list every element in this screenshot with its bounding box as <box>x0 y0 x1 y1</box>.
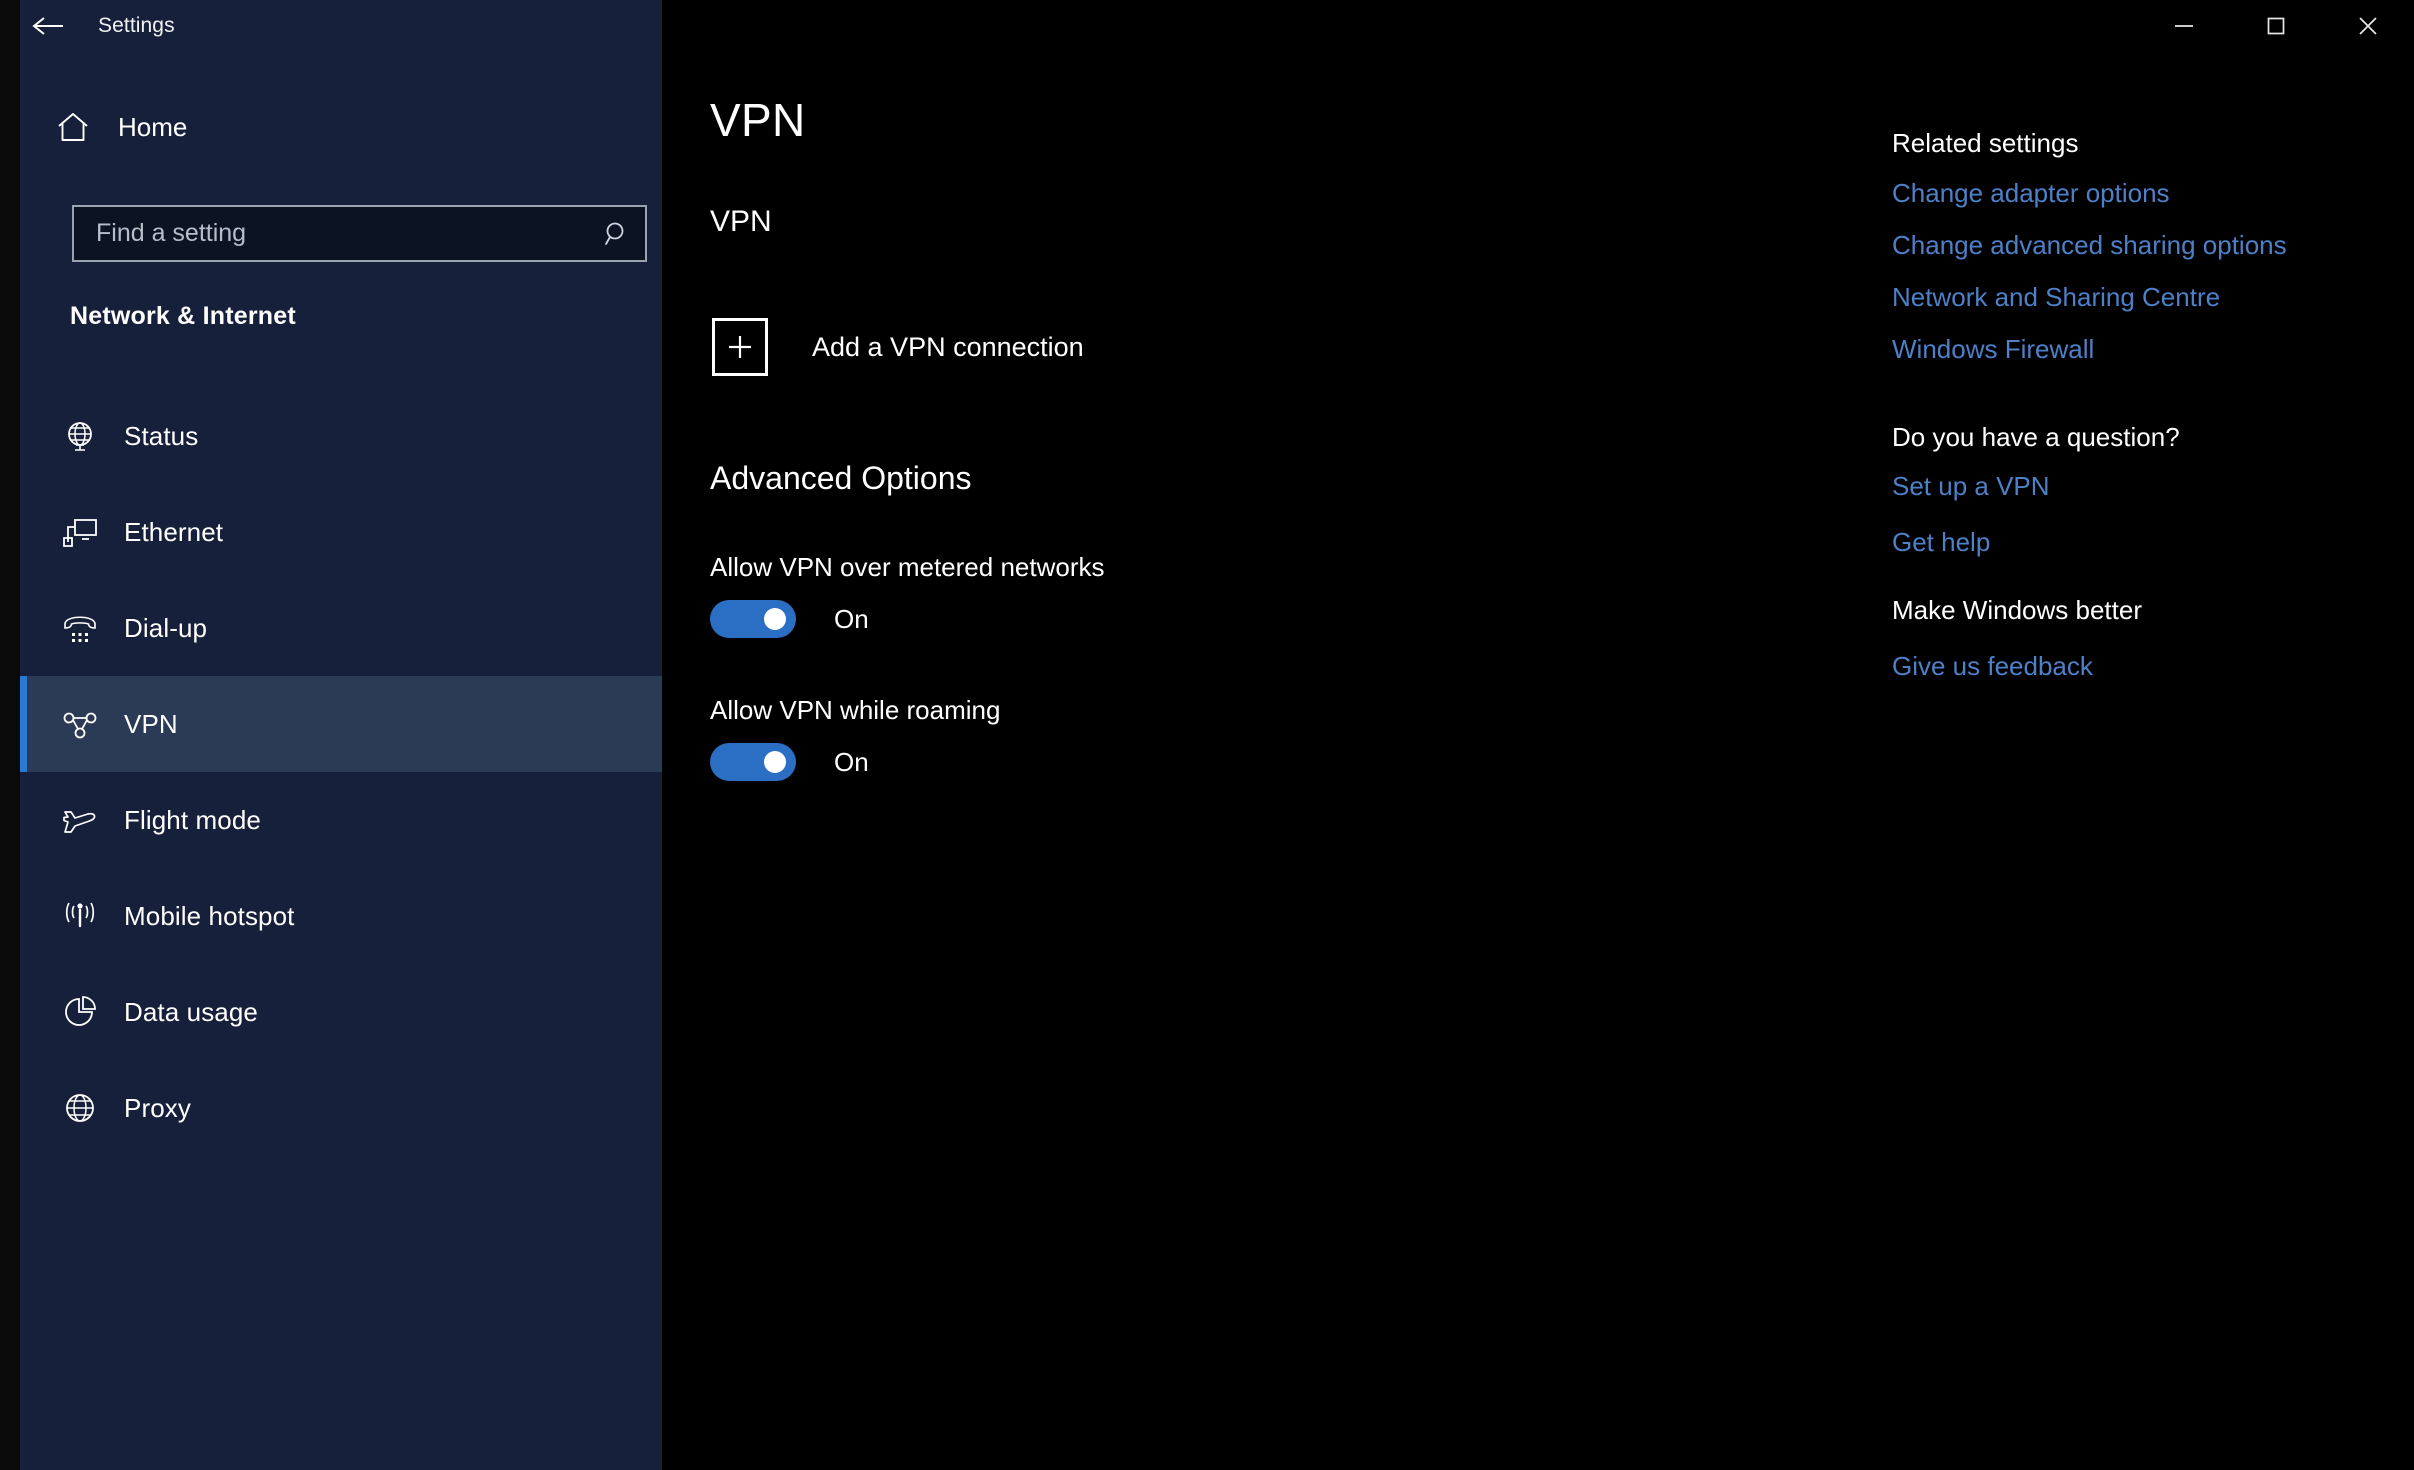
roaming-toggle-row: On <box>710 743 869 781</box>
link-set-up-a-vpn[interactable]: Set up a VPN <box>1892 471 2050 502</box>
sidebar-item-status[interactable]: Status <box>20 388 662 484</box>
maximize-button[interactable] <box>2230 0 2322 52</box>
add-vpn-connection-button[interactable]: Add a VPN connection <box>712 318 1084 376</box>
hotspot-icon <box>46 900 114 932</box>
search-icon[interactable] <box>589 220 645 248</box>
category-title: Network & Internet <box>70 302 296 330</box>
minimize-icon <box>2172 20 2196 32</box>
sidebar-item-dial-up[interactable]: Dial-up <box>20 580 662 676</box>
metered-networks-toggle[interactable] <box>710 600 796 638</box>
close-icon <box>2356 14 2380 38</box>
advanced-options-heading: Advanced Options <box>710 460 972 496</box>
sidebar-item-label: Proxy <box>124 1092 191 1123</box>
feedback-heading: Make Windows better <box>1892 595 2142 625</box>
selection-accent-bar <box>20 676 27 772</box>
search-input[interactable] <box>74 207 589 260</box>
airplane-icon <box>46 803 114 837</box>
metered-networks-toggle-row: On <box>710 600 869 638</box>
page-title: VPN <box>710 94 806 146</box>
sidebar-item-vpn[interactable]: VPN <box>20 676 662 772</box>
maximize-icon <box>2265 15 2287 37</box>
link-get-help[interactable]: Get help <box>1892 527 1990 558</box>
metered-networks-label: Allow VPN over metered networks <box>710 552 1105 582</box>
sidebar-item-label: Ethernet <box>124 516 224 547</box>
sidebar-item-label: Data usage <box>124 996 258 1027</box>
sidebar-item-label: VPN <box>124 708 178 739</box>
sidebar-item-label: Status <box>124 420 199 451</box>
sidebar-item-data-usage[interactable]: Data usage <box>20 964 662 1060</box>
sidebar: Settings Home Network & Internet <box>20 0 662 1470</box>
back-arrow-icon <box>31 14 65 38</box>
pie-chart-icon <box>46 995 114 1029</box>
roaming-state: On <box>834 746 869 777</box>
roaming-label: Allow VPN while roaming <box>710 695 1001 725</box>
home-icon <box>40 111 106 143</box>
sidebar-item-label: Dial-up <box>124 612 208 643</box>
link-change-adapter-options[interactable]: Change adapter options <box>1892 178 2170 209</box>
link-windows-firewall[interactable]: Windows Firewall <box>1892 334 2094 365</box>
sidebar-item-proxy[interactable]: Proxy <box>20 1060 662 1156</box>
globe-icon <box>46 1091 114 1125</box>
main-content: VPN VPN Add a VPN connection Advanced Op… <box>662 0 2414 1470</box>
close-button[interactable] <box>2322 0 2414 52</box>
vpn-section-heading: VPN <box>710 205 772 238</box>
vpn-icon <box>46 709 114 739</box>
settings-window: Settings Home Network & Internet <box>0 0 2414 1470</box>
sidebar-item-label: Flight mode <box>124 804 261 835</box>
titlebar: Settings <box>20 0 662 52</box>
window-title: Settings <box>98 14 175 37</box>
minimize-button[interactable] <box>2138 0 2230 52</box>
roaming-toggle[interactable] <box>710 743 796 781</box>
telephone-icon <box>46 611 114 645</box>
add-vpn-label: Add a VPN connection <box>812 331 1084 362</box>
home-label: Home <box>118 111 188 142</box>
sidebar-nav: Status Ethernet Dial-up VPN Flight mode … <box>20 388 662 1156</box>
metered-networks-state: On <box>834 603 869 634</box>
search-box[interactable] <box>72 205 647 262</box>
related-settings-heading: Related settings <box>1892 128 2079 158</box>
window-controls <box>2138 0 2414 52</box>
question-heading: Do you have a question? <box>1892 422 2180 452</box>
link-network-and-sharing-centre[interactable]: Network and Sharing Centre <box>1892 282 2220 313</box>
toggle-knob <box>764 751 786 773</box>
sidebar-item-flight-mode[interactable]: Flight mode <box>20 772 662 868</box>
sidebar-item-label: Mobile hotspot <box>124 900 295 931</box>
sidebar-item-home[interactable]: Home <box>20 96 662 158</box>
monitor-network-icon <box>46 516 114 548</box>
link-change-advanced-sharing-options[interactable]: Change advanced sharing options <box>1892 230 2287 261</box>
sidebar-item-mobile-hotspot[interactable]: Mobile hotspot <box>20 868 662 964</box>
sidebar-item-ethernet[interactable]: Ethernet <box>20 484 662 580</box>
window-left-edge <box>0 0 20 1470</box>
link-give-us-feedback[interactable]: Give us feedback <box>1892 651 2093 682</box>
toggle-knob <box>764 608 786 630</box>
back-button[interactable] <box>20 0 76 52</box>
plus-icon <box>712 318 768 376</box>
globe-icon <box>46 419 114 453</box>
